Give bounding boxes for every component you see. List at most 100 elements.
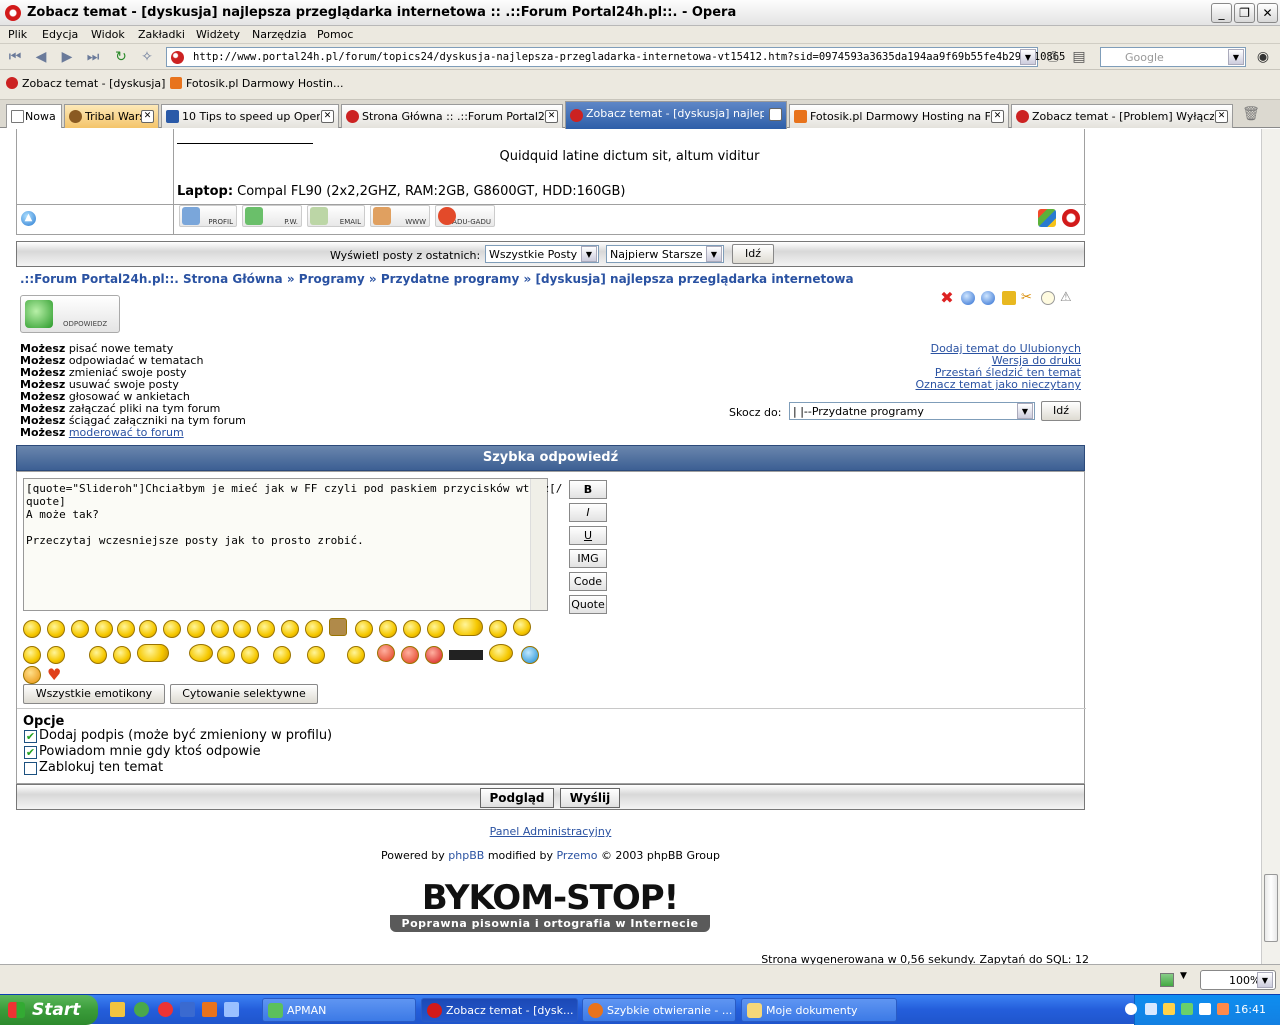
menu-pomoc[interactable]: Pomoc [317, 28, 353, 41]
period-select[interactable]: Wszystkie Posty ▼ [485, 245, 599, 263]
blush-icon[interactable] [427, 620, 445, 638]
previous-topic-icon[interactable] [961, 291, 975, 305]
email-button[interactable]: EMAIL [307, 205, 365, 227]
close-tab-icon[interactable]: ✕ [141, 110, 154, 123]
censored-icon[interactable] [449, 650, 483, 660]
breadcrumb-topic[interactable]: [dyskusja] najlepsza przeglądarka intern… [535, 272, 853, 286]
menu-widok[interactable]: Widok [91, 28, 125, 41]
grin-icon[interactable] [163, 620, 181, 638]
menu-edycja[interactable]: Edycja [42, 28, 78, 41]
rolleyes-icon[interactable] [281, 620, 299, 638]
tab-problem-topic[interactable]: Zobacz temat - [Problem] Wyłącze... ✕ [1011, 104, 1233, 128]
opera-eye-icon[interactable]: ◉ [1254, 48, 1272, 66]
wink2-icon[interactable] [89, 646, 107, 664]
task-apman[interactable]: APMAN [262, 998, 416, 1022]
razz-icon[interactable] [379, 620, 397, 638]
all-emoticons-button[interactable]: Wszystkie emotikony [23, 684, 165, 704]
menu-zakladki[interactable]: Zakładki [138, 28, 185, 41]
question-icon[interactable] [521, 646, 539, 664]
quicklaunch-icon[interactable] [202, 1002, 217, 1017]
mad-icon[interactable] [403, 620, 421, 638]
reply-textarea[interactable]: [quote="Slideroh"]Chciałbym je mieć jak … [23, 478, 562, 611]
laugh-icon[interactable] [257, 620, 275, 638]
shocked-icon[interactable] [117, 620, 135, 638]
rewind-icon[interactable]: ⏮ [6, 48, 24, 66]
lock-topic-checkbox[interactable] [24, 762, 37, 775]
cool-icon[interactable] [305, 620, 323, 638]
forward-icon[interactable]: ▶ [58, 48, 76, 66]
quicklaunch-icon[interactable] [158, 1002, 173, 1017]
trash-icon[interactable]: 🗑 [1242, 105, 1260, 123]
menu-plik[interactable]: Plik [8, 28, 27, 41]
zoom-dropdown-icon[interactable]: ▼ [1257, 972, 1273, 988]
image-toggle-icon[interactable] [1160, 973, 1174, 987]
print-icon[interactable]: ⎙ [1044, 48, 1062, 66]
thumbs-icon[interactable] [453, 618, 483, 636]
confused-icon[interactable] [71, 620, 89, 638]
evil-icon[interactable] [489, 620, 507, 638]
bookmark-item[interactable]: Fotosik.pl Darmowy Hostin... [170, 77, 343, 90]
task-opera[interactable]: Zobacz temat - [dysk... [421, 998, 578, 1022]
hmm-icon[interactable] [217, 646, 235, 664]
bookmark-item[interactable]: Zobacz temat - [dyskusja] ... [6, 77, 179, 90]
wink-icon[interactable] [95, 620, 113, 638]
zoom-control[interactable]: 100% ▼ [1200, 970, 1276, 990]
send-button[interactable]: Wyślij [560, 788, 620, 808]
close-tab-icon[interactable]: ✕ [769, 108, 782, 121]
notify-checkbox[interactable]: ✔ [24, 746, 37, 759]
sign-icon[interactable] [329, 618, 347, 636]
tray-icon[interactable] [1163, 1003, 1175, 1015]
thumbsup-icon[interactable] [273, 646, 291, 664]
quicklaunch-icon[interactable] [134, 1002, 149, 1017]
scream-icon[interactable] [513, 618, 531, 636]
kiss-icon[interactable] [347, 646, 365, 664]
close-tab-icon[interactable]: ✕ [545, 110, 558, 123]
tab-opera-tips[interactable]: 10 Tips to speed up Opera 9✕ [161, 104, 339, 128]
fast-forward-icon[interactable]: ⏭ [84, 48, 102, 66]
warning-icon[interactable]: ⚠ [1060, 291, 1074, 305]
smile-icon[interactable] [23, 620, 41, 638]
print-preview-icon[interactable]: ▤ [1070, 48, 1088, 66]
reply-button[interactable]: ODPOWIEDZ [20, 295, 120, 333]
signature-checkbox[interactable]: ✔ [24, 730, 37, 743]
moderate-forum-link[interactable]: moderować to forum [69, 426, 184, 439]
smoke-icon[interactable] [137, 644, 169, 662]
www-button[interactable]: WWW [370, 205, 430, 227]
task-my-documents[interactable]: Moje dokumenty [741, 998, 897, 1022]
heart-icon[interactable]: ♥ [47, 667, 65, 683]
preview-button[interactable]: Podgląd [480, 788, 554, 808]
glasses-icon[interactable] [113, 646, 131, 664]
exclamation-icon[interactable] [23, 666, 41, 684]
tray-volume-icon[interactable] [1199, 1003, 1211, 1015]
scrollbar-thumb[interactable] [1264, 874, 1278, 942]
lock-icon[interactable] [1002, 291, 1016, 305]
page-scrollbar[interactable] [1261, 129, 1280, 964]
delete-topic-icon[interactable]: ✖ [940, 290, 954, 306]
textarea-scrollbar[interactable] [530, 479, 547, 610]
tab-forum-home[interactable]: Strona Główna :: .::Forum Portal2... ✕ [341, 104, 563, 128]
code-button[interactable]: Code [569, 572, 607, 591]
quote-button[interactable]: Quote [569, 595, 607, 614]
selective-quote-button[interactable]: Cytowanie selektywne [170, 684, 318, 704]
mark-unread-link[interactable]: Oznacz temat jako nieczytany [916, 378, 1081, 391]
clap-icon[interactable] [307, 646, 325, 664]
quicklaunch-icon[interactable] [110, 1002, 125, 1017]
order-select[interactable]: Najpierw Starsze ▼ [606, 245, 724, 263]
close-window-button[interactable]: ✕ [1257, 3, 1278, 23]
tab-new[interactable]: Nowa [6, 104, 62, 128]
minimize-button[interactable]: _ [1211, 3, 1232, 23]
angry-icon[interactable] [233, 620, 251, 638]
breadcrumb-przydatne[interactable]: Przydatne programy [381, 272, 520, 286]
przemo-link[interactable]: Przemo [556, 849, 597, 862]
tongue-icon[interactable] [139, 620, 157, 638]
breadcrumb-home[interactable]: .::Forum Portal24h.pl::. Strona Główna [20, 272, 283, 286]
tab-current-topic[interactable]: Zobacz temat - [dyskusja] najleps... ✕ [565, 101, 787, 129]
tray-network-icon[interactable] [1145, 1003, 1157, 1015]
menu-widzety[interactable]: Widżety [196, 28, 240, 41]
image-menu-chevron-icon[interactable]: ▼ [1180, 971, 1187, 981]
gadu-gadu-button[interactable]: GADU-GADU [435, 205, 495, 227]
address-dropdown-icon[interactable]: ▼ [1020, 49, 1036, 65]
devil-icon[interactable] [377, 644, 395, 662]
start-button[interactable]: Start [0, 995, 98, 1025]
close-tab-icon[interactable]: ✕ [991, 110, 1004, 123]
